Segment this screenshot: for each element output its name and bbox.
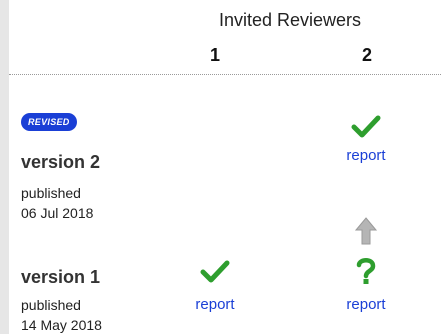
check-icon — [200, 260, 230, 283]
version-1-date: 14 May 2018 — [21, 317, 102, 333]
version-2-title: version 2 — [21, 152, 101, 172]
version-2-reviewer-2-report-link[interactable]: report — [331, 147, 401, 164]
revised-badge: REVISED — [21, 113, 77, 131]
invited-reviewers-heading: Invited Reviewers — [218, 10, 362, 30]
header-divider — [9, 74, 441, 75]
version-2-date: 06 Jul 2018 — [21, 205, 94, 221]
reviewer-status-panel: Invited Reviewers 1 2 REVISED version 2 … — [0, 0, 441, 334]
reviewer-column-1: 1 — [209, 45, 220, 65]
version-1-published-label: published — [21, 297, 81, 313]
version-2-published-label: published — [21, 185, 81, 201]
reviewer-column-2: 2 — [361, 45, 372, 65]
arrow-up-icon — [354, 217, 378, 245]
left-gutter — [0, 0, 9, 334]
question-icon — [356, 258, 376, 284]
check-icon — [351, 115, 381, 138]
version-1-reviewer-2-report-link[interactable]: report — [331, 296, 401, 313]
version-1-title: version 1 — [21, 267, 101, 287]
version-1-reviewer-1-report-link[interactable]: report — [180, 296, 250, 313]
